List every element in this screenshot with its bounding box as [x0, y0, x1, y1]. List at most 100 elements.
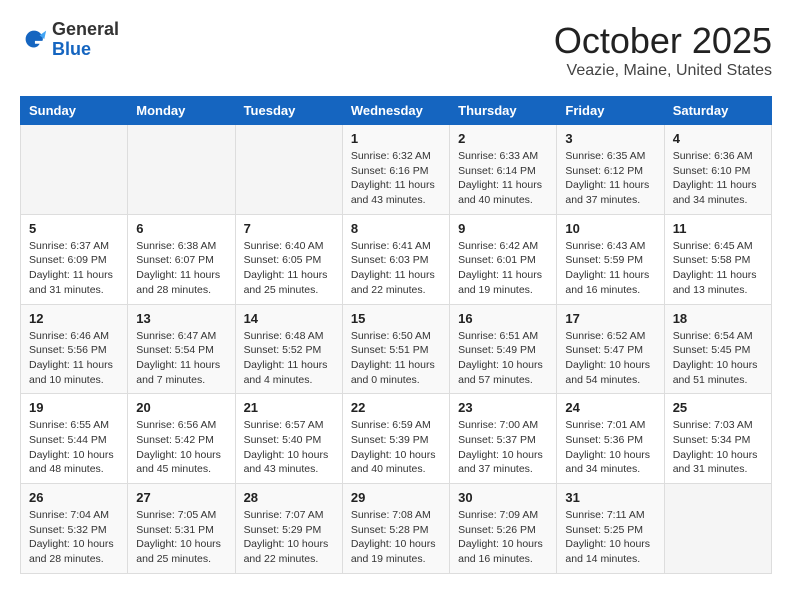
calendar-header-row: SundayMondayTuesdayWednesdayThursdayFrid… [21, 97, 772, 125]
weekday-header-saturday: Saturday [664, 97, 771, 125]
calendar-cell: 3 Sunrise: 6:35 AM Sunset: 6:12 PM Daylig… [557, 125, 664, 215]
day-number: 26 [29, 490, 119, 505]
day-info: Sunrise: 6:54 AM Sunset: 5:45 PM Dayligh… [673, 329, 763, 388]
calendar-week-row: 26 Sunrise: 7:04 AM Sunset: 5:32 PM Dayli… [21, 484, 772, 574]
calendar-cell: 22Sunrise: 6:59 AM Sunset: 5:39 PM Dayli… [342, 394, 449, 484]
calendar-table: SundayMondayTuesdayWednesdayThursdayFrid… [20, 96, 772, 574]
day-info: Sunrise: 6:47 AM Sunset: 5:54 PM Dayligh… [136, 329, 226, 388]
day-number: 1 [351, 131, 441, 146]
logo-blue-text: Blue [52, 40, 119, 60]
calendar-cell: 9 Sunrise: 6:42 AM Sunset: 6:01 PM Daylig… [450, 214, 557, 304]
day-number: 23 [458, 400, 548, 415]
day-info: Sunrise: 7:04 AM Sunset: 5:32 PM Dayligh… [29, 508, 119, 567]
day-info: Sunrise: 6:40 AM Sunset: 6:05 PM Dayligh… [244, 239, 334, 298]
day-info: Sunrise: 7:08 AM Sunset: 5:28 PM Dayligh… [351, 508, 441, 567]
day-info: Sunrise: 6:36 AM Sunset: 6:10 PM Dayligh… [673, 149, 763, 208]
calendar-cell: 25Sunrise: 7:03 AM Sunset: 5:34 PM Dayli… [664, 394, 771, 484]
calendar-cell: 28 Sunrise: 7:07 AM Sunset: 5:29 PM Dayli… [235, 484, 342, 574]
day-info: Sunrise: 6:41 AM Sunset: 6:03 PM Dayligh… [351, 239, 441, 298]
day-number: 17 [565, 311, 655, 326]
day-info: Sunrise: 7:07 AM Sunset: 5:29 PM Dayligh… [244, 508, 334, 567]
day-number: 14 [244, 311, 334, 326]
day-number: 5 [29, 221, 119, 236]
calendar-cell: 10 Sunrise: 6:43 AM Sunset: 5:59 PM Dayli… [557, 214, 664, 304]
location-title: Veazie, Maine, United States [554, 62, 772, 80]
logo-general-text: General [52, 20, 119, 40]
calendar-cell: 15Sunrise: 6:50 AM Sunset: 5:51 PM Dayli… [342, 304, 449, 394]
weekday-header-friday: Friday [557, 97, 664, 125]
day-number: 10 [565, 221, 655, 236]
calendar-cell [235, 125, 342, 215]
day-number: 21 [244, 400, 334, 415]
calendar-cell: 13 Sunrise: 6:47 AM Sunset: 5:54 PM Dayli… [128, 304, 235, 394]
day-number: 28 [244, 490, 334, 505]
weekday-header-monday: Monday [128, 97, 235, 125]
day-number: 2 [458, 131, 548, 146]
day-info: Sunrise: 6:46 AM Sunset: 5:56 PM Dayligh… [29, 329, 119, 388]
title-block: October 2025 Veazie, Maine, United State… [554, 20, 772, 80]
day-info: Sunrise: 6:52 AM Sunset: 5:47 PM Dayligh… [565, 329, 655, 388]
calendar-cell: 4 Sunrise: 6:36 AM Sunset: 6:10 PM Daylig… [664, 125, 771, 215]
day-info: Sunrise: 6:42 AM Sunset: 6:01 PM Dayligh… [458, 239, 548, 298]
day-info: Sunrise: 6:43 AM Sunset: 5:59 PM Dayligh… [565, 239, 655, 298]
day-info: Sunrise: 7:11 AM Sunset: 5:25 PM Dayligh… [565, 508, 655, 567]
day-number: 11 [673, 221, 763, 236]
day-number: 25 [673, 400, 763, 415]
calendar-cell: 20Sunrise: 6:56 AM Sunset: 5:42 PM Dayli… [128, 394, 235, 484]
day-info: Sunrise: 6:57 AM Sunset: 5:40 PM Dayligh… [244, 418, 334, 477]
day-number: 4 [673, 131, 763, 146]
weekday-header-thursday: Thursday [450, 97, 557, 125]
day-number: 30 [458, 490, 548, 505]
day-info: Sunrise: 6:51 AM Sunset: 5:49 PM Dayligh… [458, 329, 548, 388]
day-info: Sunrise: 6:33 AM Sunset: 6:14 PM Dayligh… [458, 149, 548, 208]
day-number: 29 [351, 490, 441, 505]
day-number: 31 [565, 490, 655, 505]
logo: General Blue [20, 20, 119, 60]
day-info: Sunrise: 7:05 AM Sunset: 5:31 PM Dayligh… [136, 508, 226, 567]
weekday-header-wednesday: Wednesday [342, 97, 449, 125]
day-number: 7 [244, 221, 334, 236]
calendar-cell [21, 125, 128, 215]
day-info: Sunrise: 6:38 AM Sunset: 6:07 PM Dayligh… [136, 239, 226, 298]
calendar-week-row: 19 Sunrise: 6:55 AM Sunset: 5:44 PM Dayli… [21, 394, 772, 484]
day-number: 27 [136, 490, 226, 505]
calendar-cell: 1Sunrise: 6:32 AM Sunset: 6:16 PM Daylig… [342, 125, 449, 215]
day-number: 6 [136, 221, 226, 236]
month-title: October 2025 [554, 20, 772, 62]
calendar-cell: 21 Sunrise: 6:57 AM Sunset: 5:40 PM Dayli… [235, 394, 342, 484]
calendar-cell: 27 Sunrise: 7:05 AM Sunset: 5:31 PM Dayli… [128, 484, 235, 574]
calendar-cell: 18 Sunrise: 6:54 AM Sunset: 5:45 PM Dayli… [664, 304, 771, 394]
calendar-cell: 14Sunrise: 6:48 AM Sunset: 5:52 PM Dayli… [235, 304, 342, 394]
calendar-cell: 11 Sunrise: 6:45 AM Sunset: 5:58 PM Dayli… [664, 214, 771, 304]
day-number: 22 [351, 400, 441, 415]
day-number: 16 [458, 311, 548, 326]
day-number: 18 [673, 311, 763, 326]
day-info: Sunrise: 6:45 AM Sunset: 5:58 PM Dayligh… [673, 239, 763, 298]
day-number: 3 [565, 131, 655, 146]
day-info: Sunrise: 6:37 AM Sunset: 6:09 PM Dayligh… [29, 239, 119, 298]
calendar-cell: 2 Sunrise: 6:33 AM Sunset: 6:14 PM Daylig… [450, 125, 557, 215]
day-number: 9 [458, 221, 548, 236]
calendar-cell: 23 Sunrise: 7:00 AM Sunset: 5:37 PM Dayli… [450, 394, 557, 484]
day-info: Sunrise: 6:55 AM Sunset: 5:44 PM Dayligh… [29, 418, 119, 477]
weekday-header-tuesday: Tuesday [235, 97, 342, 125]
calendar-cell: 5 Sunrise: 6:37 AM Sunset: 6:09 PM Daylig… [21, 214, 128, 304]
day-number: 8 [351, 221, 441, 236]
logo-icon [20, 26, 48, 54]
calendar-week-row: 12Sunrise: 6:46 AM Sunset: 5:56 PM Dayli… [21, 304, 772, 394]
calendar-cell: 7 Sunrise: 6:40 AM Sunset: 6:05 PM Daylig… [235, 214, 342, 304]
day-info: Sunrise: 6:56 AM Sunset: 5:42 PM Dayligh… [136, 418, 226, 477]
day-number: 13 [136, 311, 226, 326]
calendar-cell: 12Sunrise: 6:46 AM Sunset: 5:56 PM Dayli… [21, 304, 128, 394]
logo-text: General Blue [52, 20, 119, 60]
calendar-cell: 8 Sunrise: 6:41 AM Sunset: 6:03 PM Daylig… [342, 214, 449, 304]
day-info: Sunrise: 7:09 AM Sunset: 5:26 PM Dayligh… [458, 508, 548, 567]
calendar-cell: 19 Sunrise: 6:55 AM Sunset: 5:44 PM Dayli… [21, 394, 128, 484]
day-info: Sunrise: 6:35 AM Sunset: 6:12 PM Dayligh… [565, 149, 655, 208]
day-number: 19 [29, 400, 119, 415]
calendar-cell: 24Sunrise: 7:01 AM Sunset: 5:36 PM Dayli… [557, 394, 664, 484]
day-info: Sunrise: 6:50 AM Sunset: 5:51 PM Dayligh… [351, 329, 441, 388]
calendar-cell: 17 Sunrise: 6:52 AM Sunset: 5:47 PM Dayli… [557, 304, 664, 394]
calendar-cell: 30 Sunrise: 7:09 AM Sunset: 5:26 PM Dayli… [450, 484, 557, 574]
day-info: Sunrise: 7:00 AM Sunset: 5:37 PM Dayligh… [458, 418, 548, 477]
